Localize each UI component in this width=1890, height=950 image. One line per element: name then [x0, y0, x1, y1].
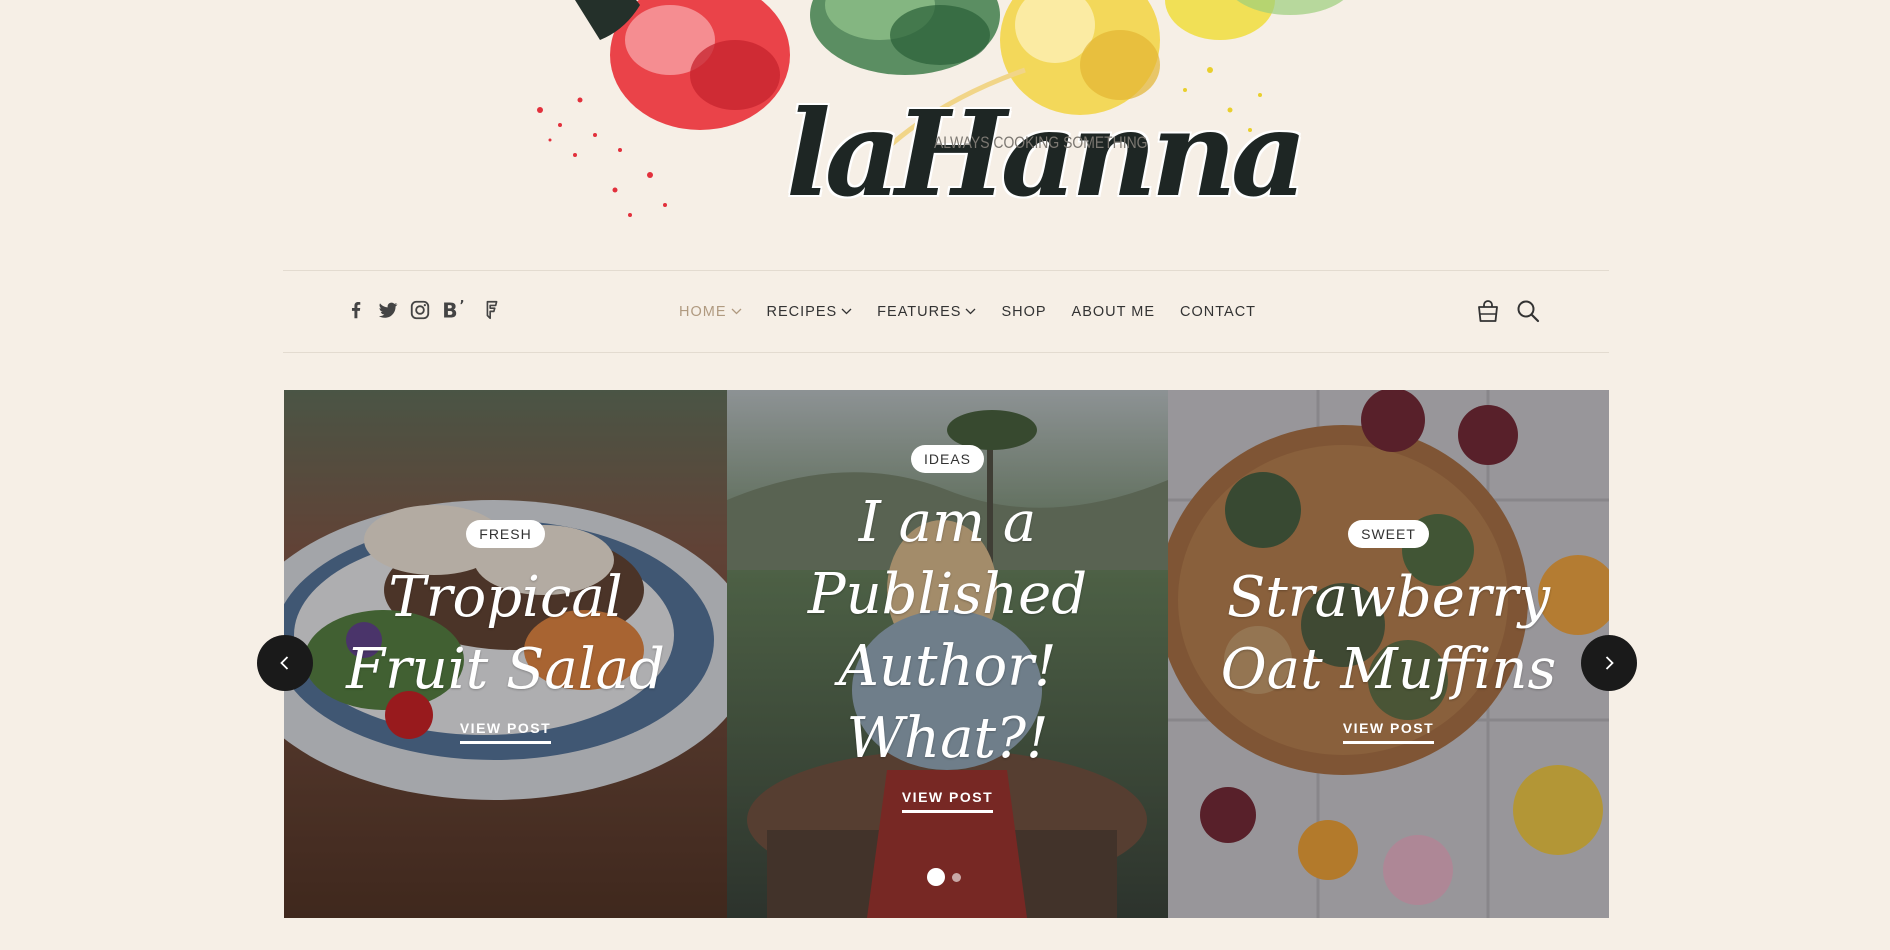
view-post-link[interactable]: VIEW POST	[901, 789, 994, 813]
primary-menu: HOME RECIPES FEATURES SHOP ABOUT ME CONT…	[679, 271, 1281, 352]
svg-text:’: ’	[460, 299, 465, 314]
twitter-icon[interactable]	[377, 299, 399, 321]
menu-item-about-me[interactable]: ABOUT ME	[1072, 304, 1155, 320]
shopping-bag-icon[interactable]	[1475, 298, 1501, 324]
menu-item-label: RECIPES	[766, 303, 838, 320]
bloglovin-icon[interactable]: B’	[441, 299, 471, 321]
slide-title-line: Fruit Salad	[346, 637, 665, 702]
slide-content: FRESH Tropical Fruit Salad VIEW POST	[284, 520, 727, 744]
slide-title-line: Published	[807, 562, 1088, 627]
category-badge[interactable]: FRESH	[466, 520, 545, 548]
slide-title[interactable]: I am a Published Author! What?!	[808, 487, 1087, 775]
facebook-icon[interactable]	[345, 299, 367, 321]
menu-item-home[interactable]: HOME	[679, 304, 742, 320]
category-badge[interactable]: IDEAS	[910, 445, 984, 473]
site-logo[interactable]: laHanna	[786, 95, 1307, 213]
menu-item-features[interactable]: FEATURES	[877, 304, 976, 320]
menu-item-label: ABOUT ME	[1071, 303, 1156, 320]
menu-item-label: CONTACT	[1180, 303, 1257, 320]
menu-item-recipes[interactable]: RECIPES	[767, 304, 853, 320]
pagination-dot[interactable]	[952, 872, 961, 882]
site-tagline: ALWAYS COOKING SOMETHING	[934, 133, 1148, 152]
main-navigation: B’ HOME RECIPES FEATURES SHOP ABOUT ME C…	[283, 270, 1609, 353]
slide-title-line: I am a	[858, 490, 1037, 555]
search-icon[interactable]	[1515, 298, 1541, 324]
svg-text:B: B	[442, 299, 457, 321]
slide-title-line: Tropical	[388, 565, 623, 630]
slider-next-button[interactable]	[1581, 635, 1637, 691]
slide-card[interactable]: SWEET Strawberry Oat Muffins VIEW POST	[1168, 390, 1609, 918]
menu-item-label: SHOP	[1001, 303, 1047, 320]
chevron-down-icon	[731, 308, 741, 315]
slide-title-line: Oat Muffins	[1220, 637, 1557, 702]
slide-card[interactable]: IDEAS I am a Published Author! What?! VI…	[727, 390, 1168, 918]
chevron-down-icon	[965, 308, 976, 315]
site-header: laHanna ALWAYS COOKING SOMETHING	[0, 0, 1890, 270]
slide-content: IDEAS I am a Published Author! What?! VI…	[727, 445, 1168, 813]
featured-posts-slider: FRESH Tropical Fruit Salad VIEW POST IDE…	[257, 390, 1637, 918]
pagination-dot-active[interactable]	[927, 868, 945, 886]
chevron-left-icon	[280, 656, 289, 670]
slide-title[interactable]: Strawberry Oat Muffins	[1221, 562, 1556, 706]
menu-item-shop[interactable]: SHOP	[1001, 304, 1046, 320]
slide-title[interactable]: Tropical Fruit Salad	[346, 562, 665, 706]
view-post-link[interactable]: VIEW POST	[459, 720, 552, 744]
slider-pagination	[927, 868, 961, 886]
chevron-right-icon	[1605, 656, 1614, 670]
view-post-link[interactable]: VIEW POST	[1342, 720, 1435, 744]
menu-item-label: HOME	[679, 303, 727, 320]
chevron-down-icon	[841, 308, 852, 315]
header-tools	[1475, 298, 1541, 324]
slider-prev-button[interactable]	[257, 635, 313, 691]
slide-content: SWEET Strawberry Oat Muffins VIEW POST	[1168, 520, 1609, 744]
instagram-icon[interactable]	[409, 299, 431, 321]
slide-title-line: What?!	[846, 706, 1049, 771]
slide-card[interactable]: FRESH Tropical Fruit Salad VIEW POST	[284, 390, 727, 918]
slide-title-line: Strawberry	[1226, 565, 1551, 630]
category-badge[interactable]: SWEET	[1348, 520, 1429, 548]
foursquare-icon[interactable]	[481, 299, 503, 321]
slide-title-line: Author!	[838, 634, 1057, 699]
menu-item-label: FEATURES	[877, 303, 962, 320]
social-links: B’	[345, 299, 503, 321]
menu-item-contact[interactable]: CONTACT	[1180, 304, 1256, 320]
